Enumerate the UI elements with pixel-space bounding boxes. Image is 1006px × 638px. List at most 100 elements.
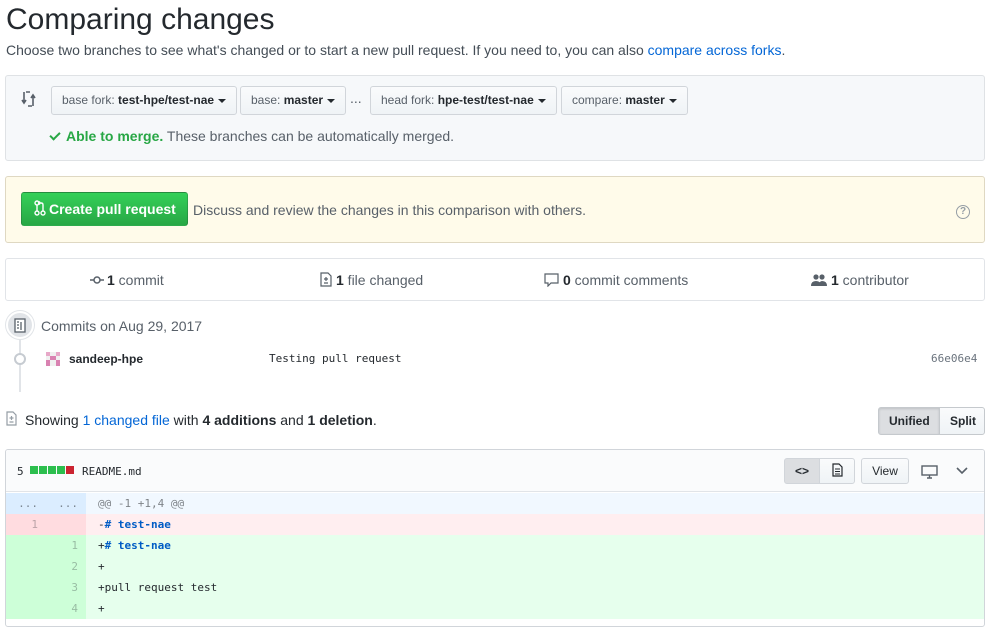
hunk-expand-old[interactable]: ... [6,493,46,514]
compare-arrows-icon [21,91,36,107]
commit-message[interactable]: Testing pull request [269,352,401,365]
new-line-number[interactable] [46,514,86,535]
diff-line-code: +pull request test [98,581,218,594]
deletions-count: 1 deletion [307,412,373,428]
md-heading: # test-nae [104,518,171,531]
diffstat-end: . [372,412,377,428]
md-heading: # test-nae [104,539,171,552]
commits-label: commit [114,272,164,288]
base-branch-select[interactable]: base: master [240,86,347,115]
commit-icon [90,276,104,284]
file-name[interactable]: README.md [82,465,142,478]
range-editor: base fork: test-hpe/test-nae base: maste… [5,75,985,161]
compare-across-forks-link[interactable]: compare across forks [648,42,782,58]
diff-marker: + [98,539,105,552]
chevron-down-icon[interactable] [956,467,968,475]
commits-count: 1 [107,272,115,288]
diffstat-delete-block [66,466,74,474]
old-line-number[interactable] [6,556,46,577]
new-line-number[interactable]: 1 [46,535,86,556]
create-pull-request-button[interactable]: Create pull request [21,192,188,226]
merge-status: Able to merge. These branches can be aut… [49,128,455,144]
diffstat-and: and [276,412,308,428]
caret-down-icon [668,98,677,103]
diff-line-addition: 1 +# test-nae [6,535,984,556]
help-icon[interactable]: ? [956,205,970,219]
pull-request-icon [34,200,46,216]
base-value: master [283,93,324,107]
hunk-expand-new[interactable]: ... [46,493,86,514]
new-line-number[interactable]: 4 [46,598,86,619]
compare-label: compare: [572,93,623,107]
diffstat-prefix: Showing [25,412,83,428]
file-diff: 5 README.md <> View ... ... @@ -1 +1,4 @… [5,449,985,627]
old-line-number[interactable] [6,535,46,556]
diff-line-code: + [98,560,105,573]
diff-line-code: + [98,602,105,615]
comment-icon [544,273,559,288]
range-dots: ... [350,90,362,106]
page-subtitle: Choose two branches to see what's change… [6,41,785,59]
unified-toggle-button[interactable]: Unified [878,407,940,435]
old-line-number[interactable]: 1 [6,514,46,535]
desktop-icon[interactable] [921,465,938,479]
file-diff-icon [6,411,17,426]
stat-files[interactable]: 1 file changed [320,272,423,288]
stat-comments[interactable]: 0 commit comments [544,272,688,288]
create-pr-box: Create pull request Discuss and review t… [5,176,985,243]
diff-line-code: -# test-nae [98,514,171,535]
stat-contributors[interactable]: 1 contributor [811,272,909,288]
git-commit-badge-icon [6,311,34,339]
old-line-number[interactable] [6,577,46,598]
commit-sha[interactable]: 66e06e4 [931,352,977,365]
caret-down-icon [327,98,336,103]
diffstat-add-block [39,466,47,474]
old-line-number[interactable] [6,598,46,619]
changed-files-link[interactable]: 1 changed file [83,412,170,428]
source-diff-button[interactable]: <> [784,458,820,484]
split-toggle-button[interactable]: Split [939,407,985,435]
subtitle-text: Choose two branches to see what's change… [6,42,648,58]
head-fork-value: hpe-test/test-nae [437,93,534,107]
code-icon: <> [794,464,809,478]
head-fork-select[interactable]: head fork: hpe-test/test-nae [370,86,557,115]
page-title: Comparing changes [6,3,275,36]
caret-down-icon [537,98,546,103]
commit-author[interactable]: sandeep-hpe [69,352,143,366]
files-label: file changed [343,272,424,288]
diffstat-summary: Showing 1 changed file with 4 additions … [25,412,377,428]
merge-ok-text: Able to merge. [66,128,164,144]
timeline-line [19,340,21,392]
commits-date-header: Commits on Aug 29, 2017 [41,318,203,334]
subtitle-end: . [781,42,786,58]
base-fork-value: test-hpe/test-nae [118,93,215,107]
file-header: 5 README.md <> View [6,450,984,492]
hunk-header-row: ... ... @@ -1 +1,4 @@ [6,493,984,514]
base-fork-select[interactable]: base fork: test-hpe/test-nae [51,86,238,115]
create-pr-description: Discuss and review the changes in this c… [193,202,586,218]
additions-count: 4 additions [202,412,277,428]
view-file-button[interactable]: View [861,458,909,484]
base-fork-label: base fork: [62,93,115,107]
new-line-number[interactable]: 3 [46,577,86,598]
check-icon [49,129,61,141]
rich-diff-button[interactable] [819,458,855,484]
contributors-label: contributor [838,272,909,288]
merge-status-text: These branches can be automatically merg… [163,128,455,144]
hunk-header: @@ -1 +1,4 @@ [98,497,185,510]
new-line-number[interactable]: 2 [46,556,86,577]
commit-node-icon [14,353,26,365]
diffstat-add-block [30,466,38,474]
stat-commits[interactable]: 1 commit [90,272,164,288]
caret-down-icon [218,98,227,103]
diff-line-addition: 4 + [6,598,984,619]
diff-line-addition: 2 + [6,556,984,577]
diff-line-deletion: 1 -# test-nae [6,514,984,535]
diffstat-mid: with [169,412,203,428]
avatar[interactable] [46,352,60,366]
compare-branch-select[interactable]: compare: master [561,86,688,115]
diff-line-addition: 3 +pull request test [6,577,984,598]
files-count: 1 [336,272,344,288]
diff-line-code: +# test-nae [98,535,171,556]
diff-marker: - [98,518,105,531]
